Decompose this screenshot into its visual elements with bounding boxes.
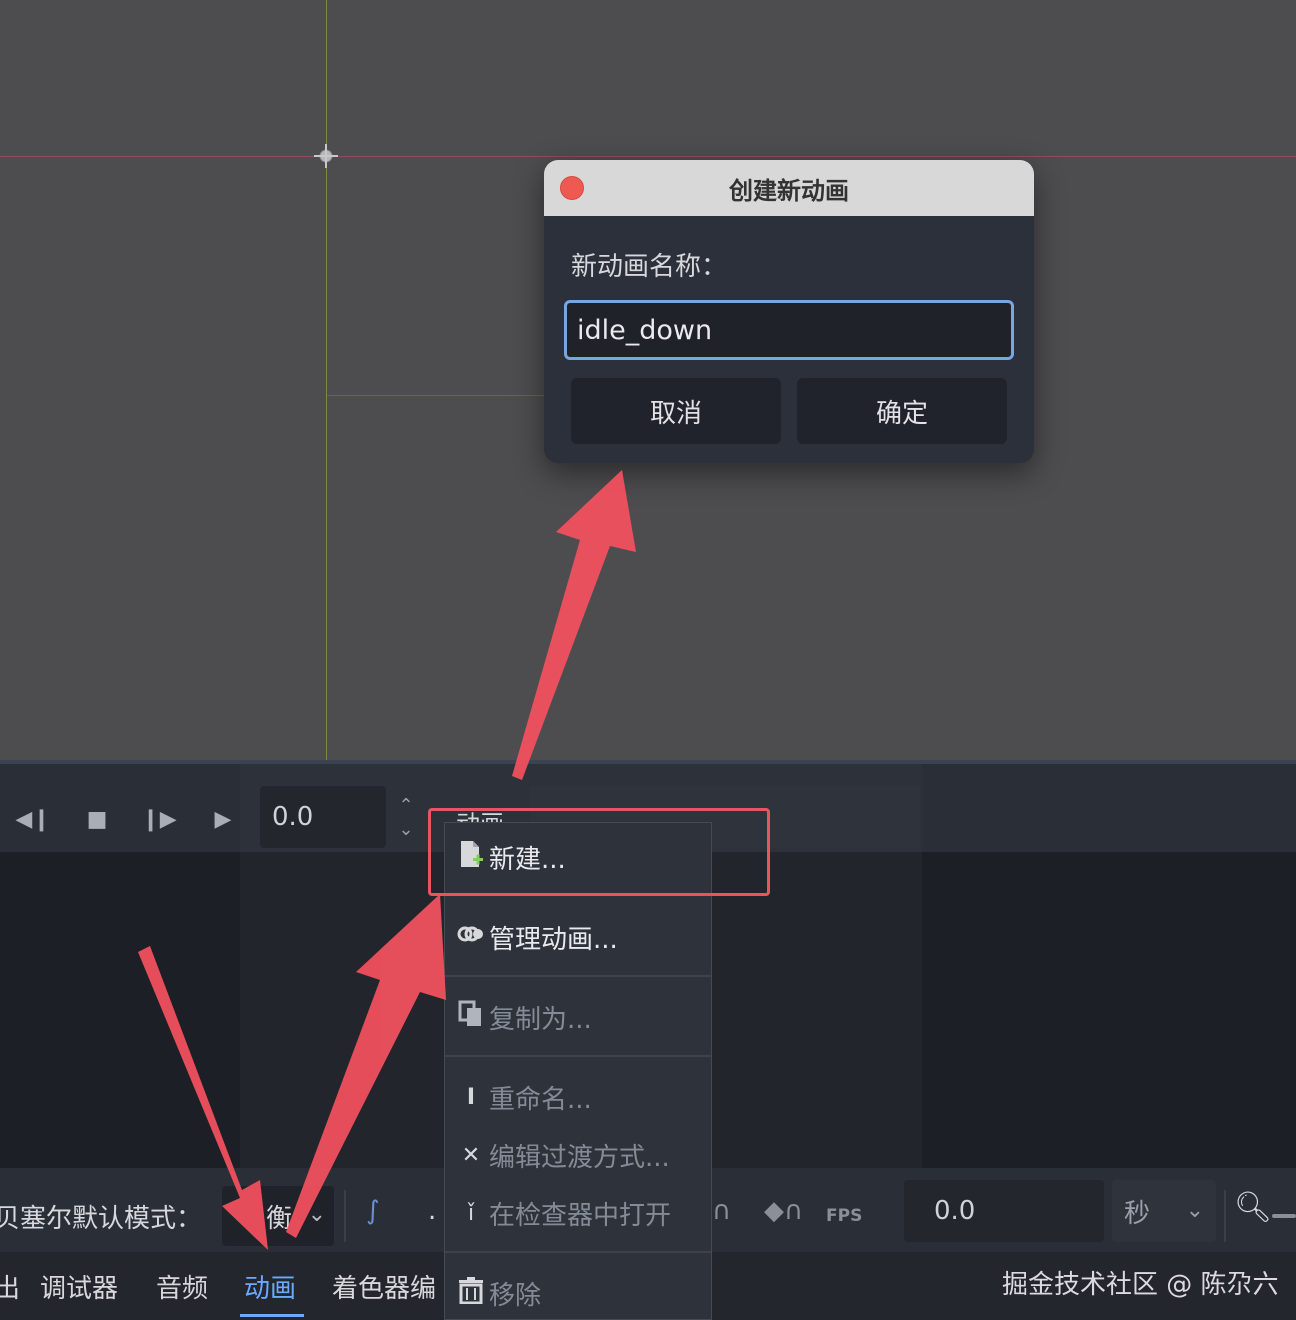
menu-item-label: 移除: [489, 1280, 542, 1311]
menu-divider: [445, 1251, 711, 1253]
tab-audio[interactable]: 音频: [156, 1268, 208, 1305]
play-icon[interactable]: ▶: [208, 804, 238, 834]
menu-item-open-in-inspector[interactable]: ǐ 在检查器中打开: [445, 1193, 711, 1233]
menu-item-rename[interactable]: I 重命名...: [445, 1077, 711, 1117]
bezier-mode-select[interactable]: 衡 ⌄: [222, 1186, 334, 1246]
snap-unit-value: 秒: [1124, 1198, 1151, 1229]
cancel-button[interactable]: 取消: [571, 378, 781, 444]
rename-icon: I: [466, 1084, 476, 1110]
confirm-button[interactable]: 确定: [797, 378, 1007, 444]
play-from-current-icon[interactable]: ❙▶: [141, 804, 176, 834]
animation-name-input[interactable]: idle_down: [564, 300, 1014, 360]
animation-dropdown-menu: 新建... 管理动画... 复制为... I 重命名... ✕ 编辑过渡方式..…: [444, 822, 712, 1320]
menu-item-label: 在检查器中打开: [489, 1200, 672, 1231]
divider: [344, 1190, 346, 1242]
origin-gizmo-icon[interactable]: [314, 144, 338, 168]
zoom-slider[interactable]: [1272, 1214, 1296, 1218]
x-axis-line: [0, 156, 1296, 157]
play-backwards-icon[interactable]: ◀❙: [15, 804, 50, 834]
time-spinner-icon[interactable]: ⌃ ⌄: [392, 794, 420, 846]
dialog-title: 创建新动画: [729, 176, 849, 205]
key-handle-icon[interactable]: ∩: [712, 1196, 731, 1226]
manage-animations-icon: [453, 922, 489, 952]
menu-item-label: 重命名...: [489, 1084, 592, 1115]
create-animation-dialog: 创建新动画 新动画名称： idle_down 取消 确定: [544, 160, 1034, 463]
snap-unit-select[interactable]: 秒 ⌄: [1112, 1180, 1216, 1242]
menu-item-remove[interactable]: 移除: [445, 1273, 711, 1313]
menu-item-duplicate[interactable]: 复制为...: [445, 997, 711, 1037]
divider: [1224, 1190, 1226, 1242]
duplicate-icon: [453, 1000, 489, 1034]
stop-icon[interactable]: ■: [82, 804, 112, 834]
tab-animation[interactable]: 动画: [244, 1268, 296, 1305]
screen-boundary-line: [327, 395, 547, 396]
bezier-mode-value: 衡: [266, 1203, 293, 1234]
trash-icon: [453, 1276, 489, 1310]
zoom-icon: 🔍︎: [1234, 1190, 1273, 1225]
watermark: 掘金技术社区 @ 陈尕六: [1002, 1270, 1279, 1300]
time-input[interactable]: 0.0: [260, 786, 386, 848]
animation-name-label: 新动画名称：: [571, 252, 728, 282]
menu-item-manage-animations[interactable]: 管理动画...: [445, 917, 711, 957]
snap-icon[interactable]: .: [428, 1196, 436, 1226]
annotation-highlight-box: [428, 808, 770, 896]
close-button[interactable]: [560, 176, 584, 200]
menu-divider: [445, 975, 711, 977]
menu-item-label: 管理动画...: [489, 924, 618, 955]
insert-key-icon[interactable]: ◆∩: [764, 1196, 803, 1226]
fps-toggle[interactable]: FPS: [826, 1206, 862, 1226]
tab-shader-editor[interactable]: 着色器编: [332, 1268, 436, 1305]
inspector-icon: ǐ: [467, 1200, 475, 1226]
chevron-down-icon: ⌄: [307, 1202, 326, 1227]
bezier-mode-label: 贝塞尔默认模式：: [0, 1204, 203, 1234]
menu-item-label: 编辑过渡方式...: [489, 1142, 670, 1173]
tab-output[interactable]: 出: [0, 1268, 20, 1305]
menu-item-label: 复制为...: [489, 1004, 592, 1035]
tab-debugger[interactable]: 调试器: [40, 1268, 118, 1305]
blend-icon: ✕: [461, 1142, 481, 1168]
active-tab-indicator: [240, 1314, 304, 1317]
dialog-title-bar: 创建新动画: [544, 160, 1034, 216]
bezier-curve-icon[interactable]: ∫: [366, 1196, 380, 1226]
y-axis-line: [326, 0, 327, 760]
snap-step-input[interactable]: 0.0: [904, 1180, 1104, 1242]
menu-item-edit-transitions[interactable]: ✕ 编辑过渡方式...: [445, 1135, 711, 1175]
chevron-down-icon: ⌄: [1185, 1198, 1204, 1223]
menu-divider: [445, 1055, 711, 1057]
